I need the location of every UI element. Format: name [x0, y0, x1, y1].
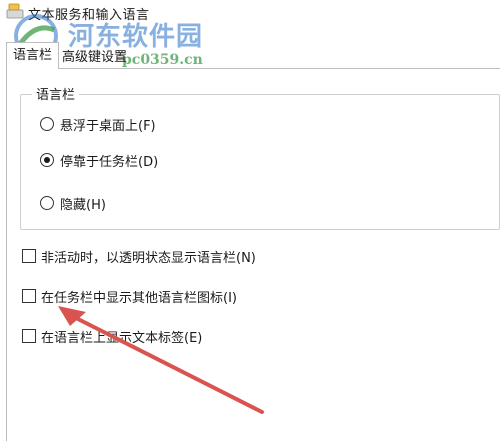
radio-button[interactable]	[40, 196, 54, 210]
checkbox[interactable]	[22, 289, 36, 303]
watermark-url: pc0359.cn	[122, 52, 203, 68]
tab-advanced-key-settings[interactable]: 高级键设置	[62, 46, 127, 65]
radio-dock-in-taskbar[interactable]: 停靠于任务栏(D)	[40, 150, 158, 170]
checkbox[interactable]	[22, 249, 36, 263]
tab-language-bar[interactable]: 语言栏	[6, 42, 60, 69]
checkbox-label: 在语言栏上显示文本标签(E)	[41, 330, 203, 346]
checkbox-transparent-when-inactive[interactable]: 非活动时，以透明状态显示语言栏(N)	[22, 246, 256, 266]
radio-label: 停靠于任务栏(D)	[60, 154, 159, 170]
checkbox-show-text-labels[interactable]: 在语言栏上显示文本标签(E)	[22, 326, 202, 346]
checkbox-label: 非活动时，以透明状态显示语言栏(N)	[41, 250, 256, 266]
groupbox-legend: 语言栏	[32, 84, 80, 103]
checkbox[interactable]	[22, 329, 36, 343]
radio-label: 悬浮于桌面上(F)	[60, 118, 156, 134]
checkbox-show-extra-icons-in-taskbar[interactable]: 在任务栏中显示其他语言栏图标(I)	[22, 286, 237, 306]
radio-hidden[interactable]: 隐藏(H)	[40, 193, 106, 213]
radio-float-on-desktop[interactable]: 悬浮于桌面上(F)	[40, 114, 156, 134]
radio-button[interactable]	[40, 117, 54, 131]
radio-label: 隐藏(H)	[60, 197, 106, 213]
radio-button-selected[interactable]	[40, 153, 54, 167]
checkbox-label: 在任务栏中显示其他语言栏图标(I)	[41, 290, 237, 306]
